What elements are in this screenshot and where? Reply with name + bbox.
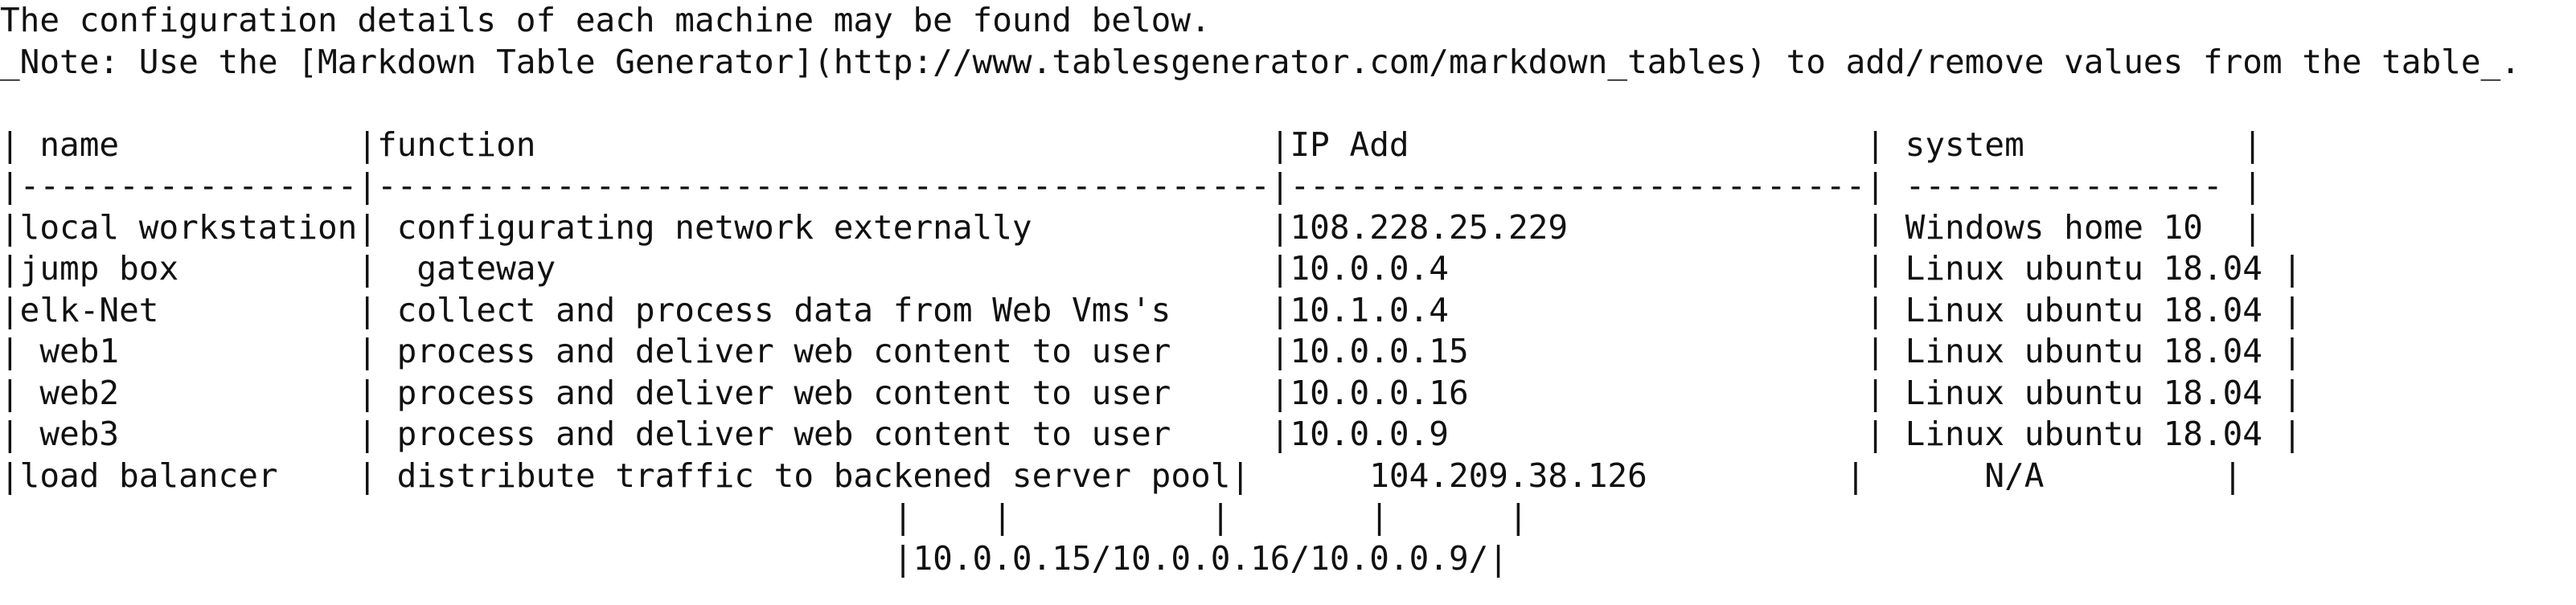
table-row-web2: | web2 | process and deliver web content… <box>0 373 2303 412</box>
table-row-jump-box: |jump box | gateway |10.0.0.4 | Linux ub… <box>0 249 2303 288</box>
table-row-elk-net: |elk-Net | collect and process data from… <box>0 290 2303 329</box>
markdown-document: The configuration details of each machin… <box>0 0 2576 605</box>
table-continuation-backend-ips: |10.0.0.15/10.0.0.16/10.0.0.9/| <box>0 538 1508 578</box>
table-row-web1: | web1 | process and deliver web content… <box>0 332 2303 370</box>
table-header-row: | name |function |IP Add | system | <box>0 125 2262 164</box>
table-separator-row: |-----------------|---------------------… <box>0 166 2262 205</box>
table-row-load-balancer: |load balancer | distribute traffic to b… <box>0 456 2243 495</box>
note-line: _Note: Use the [Markdown Table Generator… <box>0 42 2521 81</box>
intro-line: The configuration details of each machin… <box>0 1 1211 39</box>
table-row-local-workstation: |local workstation| configurating networ… <box>0 207 2262 247</box>
table-row-web3: | web3 | process and deliver web content… <box>0 415 2303 453</box>
table-continuation-pipes: | | | | | <box>0 497 1528 536</box>
